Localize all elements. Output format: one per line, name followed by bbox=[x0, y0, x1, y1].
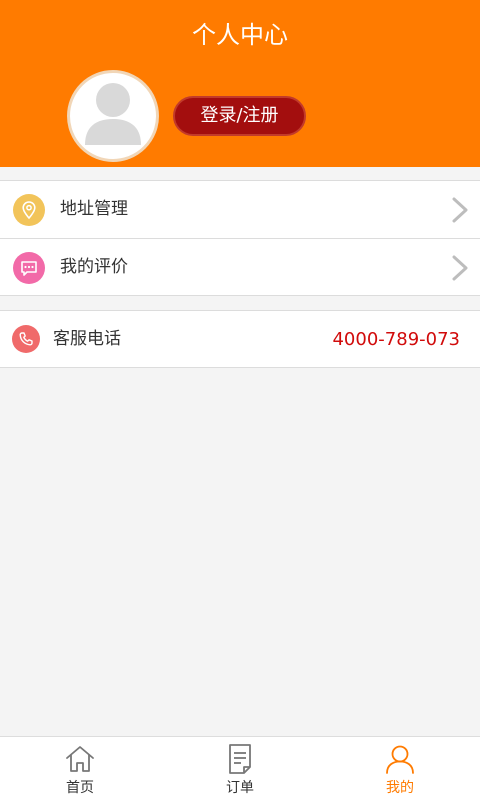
order-document-icon bbox=[229, 744, 251, 774]
tab-label: 订单 bbox=[226, 780, 254, 796]
menu-item-reviews[interactable]: 我的评价 bbox=[0, 239, 480, 296]
customer-service-label: 客服电话 bbox=[53, 329, 121, 349]
phone-icon bbox=[12, 325, 40, 353]
avatar[interactable] bbox=[67, 70, 159, 162]
chevron-right-icon bbox=[452, 197, 468, 223]
profile-header: 个人中心 登录/注册 bbox=[0, 0, 480, 167]
location-pin-icon bbox=[13, 194, 45, 226]
tab-label: 首页 bbox=[66, 780, 94, 796]
customer-service-phone-number[interactable]: 4000-789-073 bbox=[332, 311, 460, 368]
login-register-button[interactable]: 登录/注册 bbox=[173, 96, 306, 136]
chevron-right-icon bbox=[452, 255, 468, 281]
menu-item-label: 我的评价 bbox=[60, 257, 128, 277]
service-group: 客服电话 4000-789-073 bbox=[0, 310, 480, 368]
tab-label: 我的 bbox=[386, 780, 414, 796]
bottom-tab-bar: 首页 订单 我的 bbox=[0, 736, 480, 800]
tab-orders[interactable]: 订单 bbox=[160, 737, 320, 800]
home-icon bbox=[66, 746, 94, 772]
menu-item-address[interactable]: 地址管理 bbox=[0, 181, 480, 238]
user-icon bbox=[386, 745, 414, 774]
menu-group: 地址管理 我的评价 bbox=[0, 180, 480, 296]
default-avatar-icon bbox=[85, 83, 141, 145]
customer-service-phone-row[interactable]: 客服电话 4000-789-073 bbox=[0, 311, 480, 368]
page-title: 个人中心 bbox=[192, 21, 288, 49]
menu-item-label: 地址管理 bbox=[60, 199, 128, 219]
tab-home[interactable]: 首页 bbox=[0, 737, 160, 800]
profile-page: 个人中心 登录/注册 地址管理 我的评价 客服电话 4000-789-073 首… bbox=[0, 0, 480, 800]
tab-mine[interactable]: 我的 bbox=[320, 737, 480, 800]
message-bubble-icon bbox=[13, 252, 45, 284]
